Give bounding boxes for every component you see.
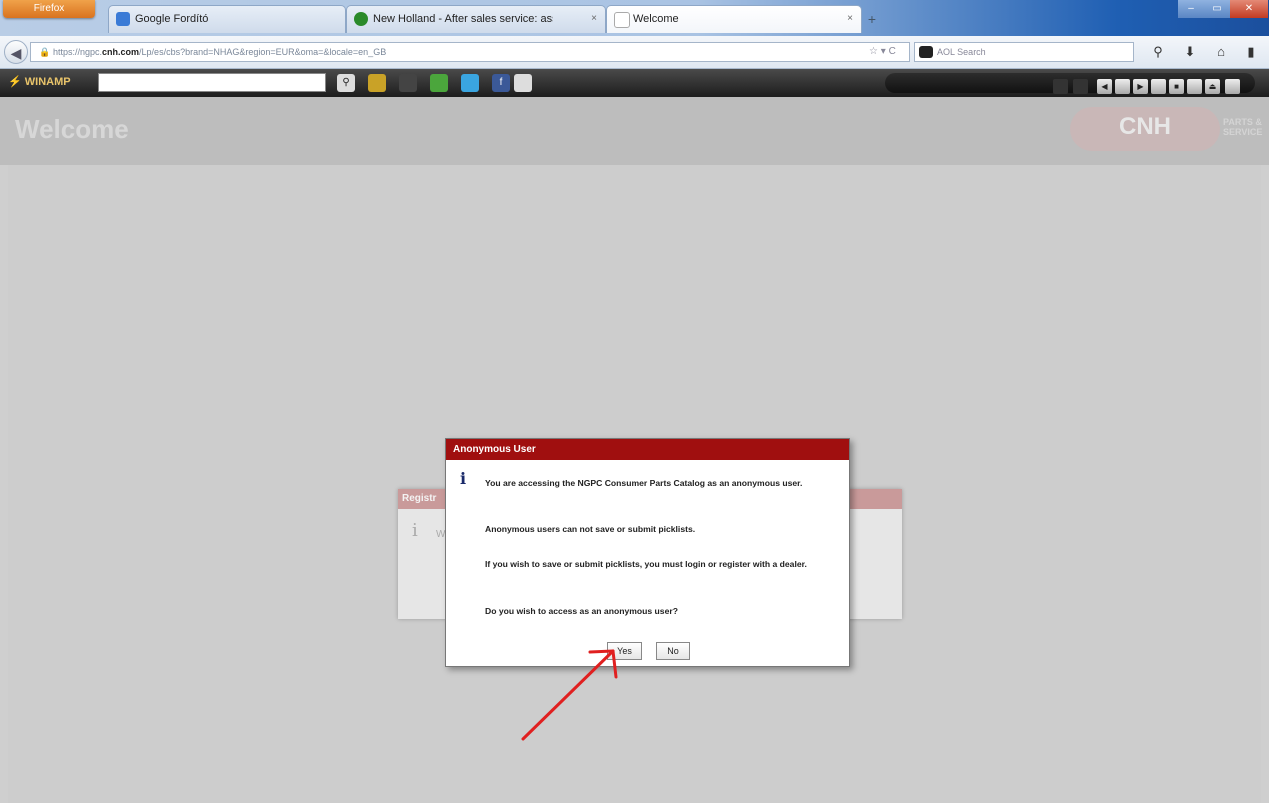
search-icon[interactable]: ⚲ <box>1150 44 1166 60</box>
home-icon[interactable]: ⌂ <box>1213 44 1229 60</box>
search-engine-label: AOL Search <box>937 47 986 57</box>
firefox-menu-button[interactable]: Firefox <box>3 0 95 18</box>
panel-icon[interactable]: ▮ <box>1243 44 1259 60</box>
winamp-film-icon[interactable] <box>399 74 417 92</box>
google-translate-icon <box>116 12 130 26</box>
winamp-player-controls: ◀ ▶ ■ ⏏ <box>885 73 1255 94</box>
winamp-media-icon[interactable] <box>368 74 386 92</box>
search-box[interactable]: AOL Search <box>914 42 1134 62</box>
lock-icon: 🔒 <box>39 47 51 57</box>
browser-tab-bar: Firefox Google Fordító New Holland - Aft… <box>0 0 1269 36</box>
previous-icon[interactable]: ◀ <box>1097 79 1112 94</box>
rewind-icon[interactable] <box>1115 79 1130 94</box>
window-controls: – ▭ ✕ <box>1178 0 1268 18</box>
new-tab-button[interactable]: + <box>862 8 882 30</box>
twitter-icon[interactable] <box>461 74 479 92</box>
next-icon[interactable] <box>1187 79 1202 94</box>
stop-icon[interactable]: ■ <box>1169 79 1184 94</box>
aol-icon <box>919 46 933 58</box>
menu-icon[interactable] <box>1225 79 1240 94</box>
url-actions: ☆ ▾ C <box>869 43 896 61</box>
facebook-icon[interactable]: f <box>492 74 510 92</box>
annotation-arrow-icon <box>521 649 618 741</box>
tab-new-holland[interactable]: New Holland - After sales service: assi.… <box>346 5 606 33</box>
tab-label: New Holland - After sales service: assi.… <box>373 13 553 25</box>
download-icon[interactable]: ⬇ <box>1182 44 1198 60</box>
minimize-button[interactable]: – <box>1178 0 1204 18</box>
maximize-button[interactable]: ▭ <box>1204 0 1230 18</box>
address-bar[interactable]: 🔒 https://ngpc.cnh.com/Lp/es/cbs?brand=N… <box>30 42 910 62</box>
page-icon <box>614 12 630 28</box>
close-window-button[interactable]: ✕ <box>1230 0 1268 18</box>
winamp-search-input[interactable] <box>98 73 326 92</box>
page-content: Welcome CNH PARTS & SERVICE Registr i W … <box>0 97 1269 803</box>
reload-icon[interactable]: C <box>889 46 896 57</box>
winamp-green-icon[interactable] <box>430 74 448 92</box>
new-holland-icon <box>354 12 368 26</box>
play-icon[interactable]: ▶ <box>1133 79 1148 94</box>
winamp-logo: ⚡ WINAMP <box>8 76 71 88</box>
bookmark-star-icon[interactable]: ☆ <box>869 46 878 57</box>
dropdown-icon[interactable]: ▾ <box>881 46 886 57</box>
close-icon[interactable]: × <box>847 13 853 24</box>
info-icon[interactable] <box>1053 79 1068 94</box>
tab-google-translate[interactable]: Google Fordító <box>108 5 346 33</box>
close-icon[interactable]: × <box>591 13 597 24</box>
tab-welcome[interactable]: Welcome × <box>606 5 862 33</box>
back-arrow-icon: ◀ <box>10 45 22 61</box>
url-text: https://ngpc.cnh.com/Lp/es/cbs?brand=NHA… <box>53 47 387 57</box>
pause-icon[interactable] <box>1151 79 1166 94</box>
tab-label: Welcome <box>633 13 679 25</box>
back-button[interactable]: ◀ <box>4 40 28 64</box>
navigation-bar: ◀ 🔒 https://ngpc.cnh.com/Lp/es/cbs?brand… <box>0 36 1269 69</box>
winamp-search-icon[interactable]: ⚲ <box>337 74 355 92</box>
winamp-toolbar: ⚡ WINAMP ⚲ f ◀ ▶ ■ ⏏ <box>0 69 1269 97</box>
volume-icon[interactable] <box>1073 79 1088 94</box>
tab-label: Google Fordító <box>135 13 209 25</box>
eject-icon[interactable]: ⏏ <box>1205 79 1220 94</box>
mail-icon[interactable] <box>514 74 532 92</box>
